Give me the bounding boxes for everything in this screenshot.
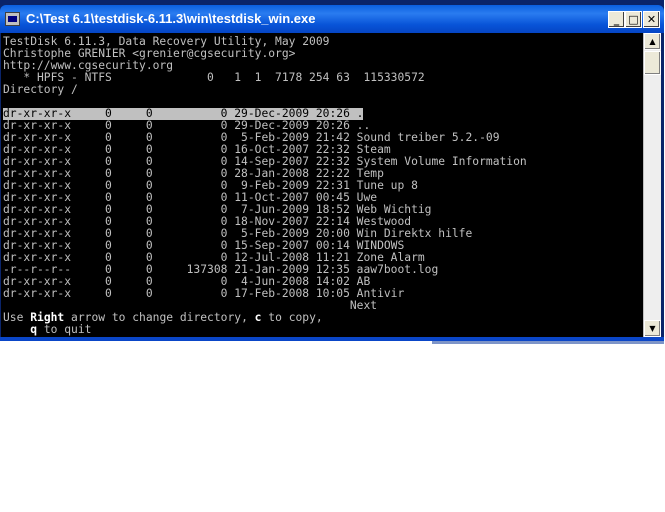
title-bar[interactable]: C:\Test 6.1\testdisk-6.11.3\win\testdisk… [0,5,664,33]
close-button[interactable]: ✕ [643,11,660,28]
window-title: C:\Test 6.1\testdisk-6.11.3\win\testdisk… [26,11,316,26]
help-text: to quit [37,323,92,336]
help-indent [3,323,30,336]
minimize-button[interactable]: _ [608,11,625,28]
help-line: q to quit [3,324,91,336]
quit-key: q [30,323,38,336]
scroll-up-arrow-icon[interactable]: ▲ [644,33,661,50]
console-output[interactable]: TestDisk 6.11.3, Data Recovery Utility, … [1,33,643,337]
scroll-down-arrow-icon[interactable]: ▼ [644,320,661,337]
console-window: C:\Test 6.1\testdisk-6.11.3\win\testdisk… [0,0,664,341]
scroll-thumb[interactable] [644,51,661,75]
help-text: arrow to change directory, [64,311,255,324]
directory-path: Directory / [3,83,78,96]
taskbar-edge [432,341,664,344]
help-text: to copy, [261,311,323,324]
console-app-icon[interactable] [5,12,20,26]
vertical-scrollbar[interactable]: ▲ ▼ [643,33,661,337]
maximize-button[interactable]: □ [625,11,642,28]
